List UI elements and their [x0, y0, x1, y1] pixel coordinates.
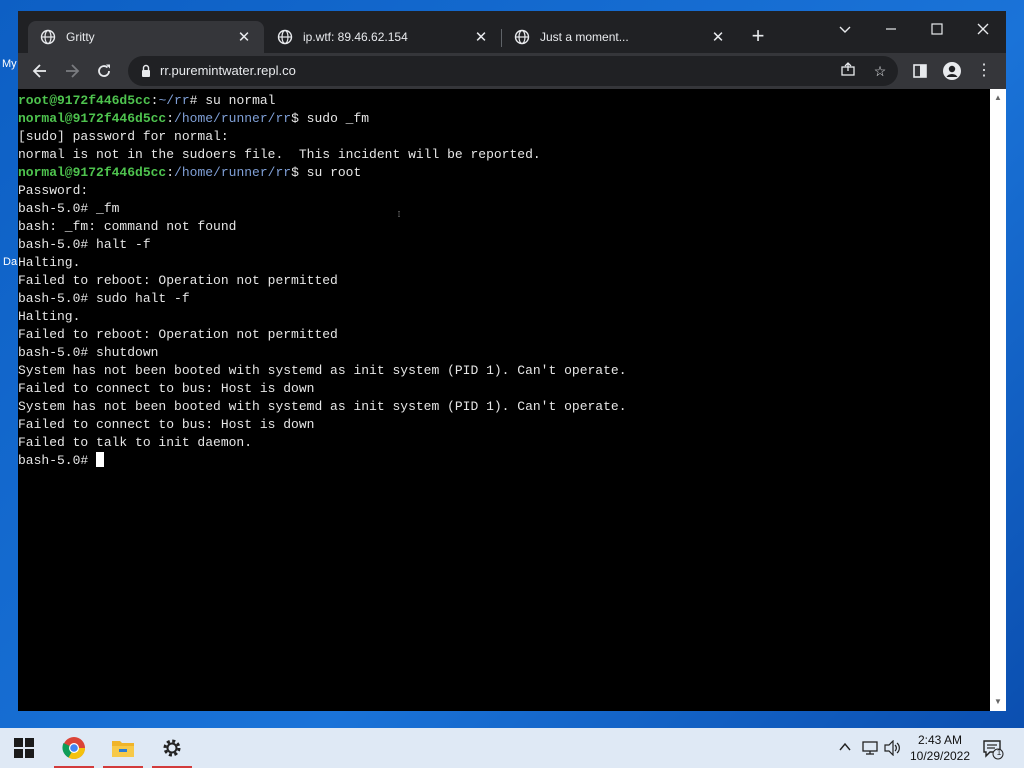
- tab-gritty[interactable]: Gritty ✕: [28, 21, 264, 53]
- arrow-right-icon: [66, 64, 80, 78]
- share-icon[interactable]: [838, 61, 858, 81]
- terminal-line: Failed to connect to bus: Host is down: [18, 417, 315, 432]
- terminal-prompt-line[interactable]: bash-5.0#: [18, 452, 105, 470]
- minimize-icon: [886, 28, 896, 30]
- terminal-line: Failed to talk to init daemon.: [18, 435, 253, 450]
- reload-icon: [98, 64, 110, 77]
- reload-button[interactable]: [92, 59, 116, 83]
- side-panel-icon[interactable]: [908, 59, 932, 83]
- address-bar[interactable]: rr.puremintwater.repl.co ☆: [128, 56, 898, 86]
- browser-window: Gritty ✕ ip.wtf: 89.46.62.154 ✕ Just a m…: [18, 11, 1006, 711]
- tab-just-a-moment[interactable]: Just a moment... ✕: [502, 21, 738, 53]
- clock[interactable]: 2:43 AM 10/29/2022: [904, 732, 976, 764]
- terminal-line: Halting.: [18, 255, 81, 270]
- star-icon[interactable]: ☆: [870, 61, 890, 81]
- network-icon[interactable]: [862, 740, 880, 759]
- terminal-cursor: [96, 452, 105, 467]
- browser-toolbar: rr.puremintwater.repl.co ☆ ⋮: [18, 53, 1006, 89]
- terminal[interactable]: root@9172f446d5cc:~/rr# su normal normal…: [18, 89, 990, 711]
- terminal-line: Failed to reboot: Operation not permitte…: [18, 273, 338, 288]
- terminal-line: System has not been booted with systemd …: [18, 363, 627, 378]
- chrome-icon: [62, 737, 85, 759]
- tab-search-button[interactable]: [822, 17, 868, 45]
- scroll-down-icon[interactable]: ▼: [994, 697, 1002, 706]
- terminal-line: [sudo] password for normal:: [18, 129, 229, 144]
- terminal-line: Password:: [18, 183, 89, 198]
- chevron-up-icon[interactable]: [838, 740, 852, 757]
- clock-date: 10/29/2022: [909, 749, 971, 763]
- vertical-scrollbar[interactable]: ▲ ▼: [990, 89, 1006, 711]
- tab-title: Gritty: [66, 30, 95, 44]
- maximize-button[interactable]: [914, 17, 960, 45]
- tab-title: Just a moment...: [540, 30, 629, 44]
- close-icon[interactable]: ✕: [710, 28, 726, 46]
- volume-icon[interactable]: [884, 739, 902, 759]
- forward-button[interactable]: [60, 59, 84, 83]
- desktop-label[interactable]: My: [2, 58, 17, 70]
- terminal-line: Failed to connect to bus: Host is down: [18, 381, 315, 396]
- globe-icon: [514, 29, 530, 45]
- close-icon[interactable]: ✕: [236, 28, 252, 46]
- notification-count: 1: [996, 748, 1002, 757]
- arrow-left-icon: [32, 64, 46, 78]
- terminal-line: System has not been booted with systemd …: [18, 399, 627, 414]
- clock-time: 2:43 AM: [917, 733, 963, 747]
- terminal-line: Halting.: [18, 309, 81, 324]
- start-button[interactable]: [0, 728, 48, 768]
- minimize-button[interactable]: [868, 17, 914, 45]
- terminal-line: normal is not in the sudoers file. This …: [18, 147, 541, 162]
- taskbar-chrome[interactable]: [50, 728, 98, 768]
- tab-strip: Gritty ✕ ip.wtf: 89.46.62.154 ✕ Just a m…: [18, 11, 1006, 53]
- new-tab-button[interactable]: +: [746, 25, 770, 49]
- terminal-line: bash-5.0# halt -f: [18, 237, 151, 252]
- terminal-line: bash-5.0# shutdown: [18, 345, 159, 360]
- terminal-line: bash-5.0# sudo halt -f: [18, 291, 190, 306]
- back-button[interactable]: [28, 59, 52, 83]
- folder-icon: [112, 741, 134, 757]
- close-window-button[interactable]: [960, 17, 1006, 45]
- terminal-line: Failed to reboot: Operation not permitte…: [18, 327, 338, 342]
- lock-icon[interactable]: [138, 63, 154, 79]
- scroll-up-icon[interactable]: ▲: [994, 93, 1002, 102]
- terminal-line: root@9172f446d5cc:~/rr# su normal: [18, 93, 276, 108]
- settings-icon: [163, 739, 181, 757]
- notification-button[interactable]: 1: [982, 738, 1004, 763]
- close-icon[interactable]: ✕: [473, 28, 489, 46]
- globe-icon: [40, 29, 56, 45]
- windows-icon: [14, 738, 34, 758]
- desktop-label[interactable]: Da: [3, 256, 17, 268]
- taskbar: 2:43 AM 10/29/2022 1: [0, 728, 1024, 768]
- terminal-line: bash-5.0# _fm: [18, 201, 120, 216]
- close-icon: [977, 23, 989, 35]
- url-text[interactable]: rr.puremintwater.repl.co: [160, 63, 296, 78]
- menu-dots-icon[interactable]: ⋮: [972, 59, 996, 83]
- tab-ip-wtf[interactable]: ip.wtf: 89.46.62.154 ✕: [265, 21, 501, 53]
- taskbar-file-explorer[interactable]: [99, 728, 147, 768]
- terminal-line: bash: _fm: command not found: [18, 219, 237, 234]
- chevron-down-icon: [839, 26, 851, 33]
- terminal-line: normal@9172f446d5cc:/home/runner/rr$ su …: [18, 165, 362, 180]
- terminal-line: normal@9172f446d5cc:/home/runner/rr$ sud…: [18, 111, 370, 126]
- tab-title: ip.wtf: 89.46.62.154: [303, 30, 408, 44]
- globe-icon: [277, 29, 293, 45]
- profile-icon[interactable]: [940, 59, 964, 83]
- taskbar-settings[interactable]: [148, 728, 196, 768]
- maximize-icon: [931, 23, 943, 35]
- text-cursor-icon: [398, 211, 400, 217]
